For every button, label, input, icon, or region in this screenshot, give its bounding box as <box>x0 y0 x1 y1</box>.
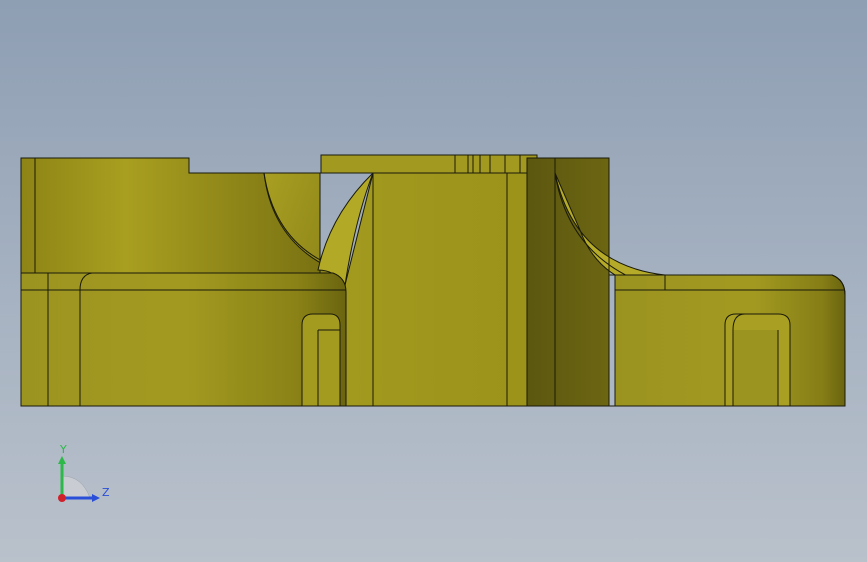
x-axis-dot <box>58 494 66 502</box>
left-front-plate <box>20 272 347 407</box>
cad-model-view[interactable] <box>0 0 867 562</box>
right-dark-face <box>526 157 610 407</box>
z-axis-label: Z <box>102 486 110 499</box>
triad-sector <box>61 475 91 499</box>
graphics-viewport[interactable]: Y Z <box>0 0 867 562</box>
view-orientation-triad[interactable]: Y Z <box>50 440 120 510</box>
left-slot <box>301 313 341 407</box>
y-axis-label: Y <box>60 443 67 456</box>
